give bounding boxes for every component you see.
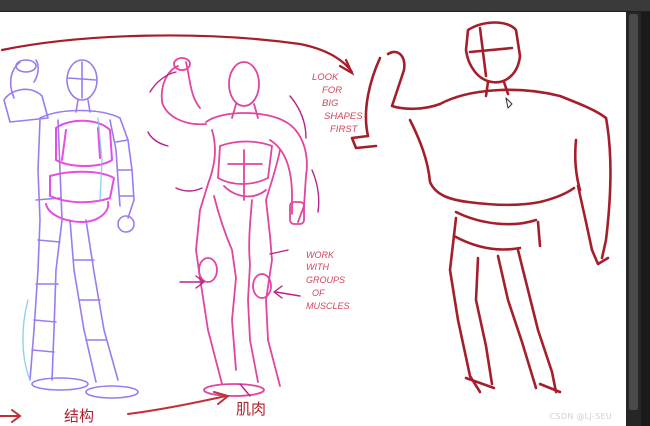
muscles-note-line-4: OF — [312, 288, 325, 298]
muscles-note-line-5: MUSCLES — [306, 301, 350, 311]
shapes-note: LOOK FOR BIG SHAPES FIRST — [312, 72, 363, 135]
muscles-note-line-2: WITH — [306, 262, 329, 272]
title-bar — [0, 0, 650, 12]
window-edge — [641, 12, 650, 426]
shapes-note-line-5: FIRST — [330, 124, 359, 135]
annotation-layer: LOOK FOR BIG SHAPES FIRST WORK WITH GROU… — [64, 72, 363, 425]
drawing-app-window: LOOK FOR BIG SHAPES FIRST WORK WITH GROU… — [0, 0, 650, 426]
drawing-canvas[interactable]: LOOK FOR BIG SHAPES FIRST WORK WITH GROU… — [0, 12, 626, 426]
muscles-note: WORK WITH GROUPS OF MUSCLES — [306, 250, 350, 311]
watermark: CSDN @LJ-SEU — [549, 412, 612, 421]
shapes-note-line-3: BIG — [322, 98, 338, 109]
structure-label: 结构 — [64, 407, 94, 425]
muscle-label: 肌肉 — [236, 400, 266, 418]
shapes-note-line-1: LOOK — [312, 72, 339, 83]
vertical-scrollbar-thumb[interactable] — [629, 14, 638, 410]
shapes-note-line-4: SHAPES — [324, 111, 363, 122]
muscles-note-line-1: WORK — [306, 250, 335, 260]
shapes-note-line-2: FOR — [322, 85, 342, 96]
muscles-note-line-3: GROUPS — [306, 275, 345, 285]
